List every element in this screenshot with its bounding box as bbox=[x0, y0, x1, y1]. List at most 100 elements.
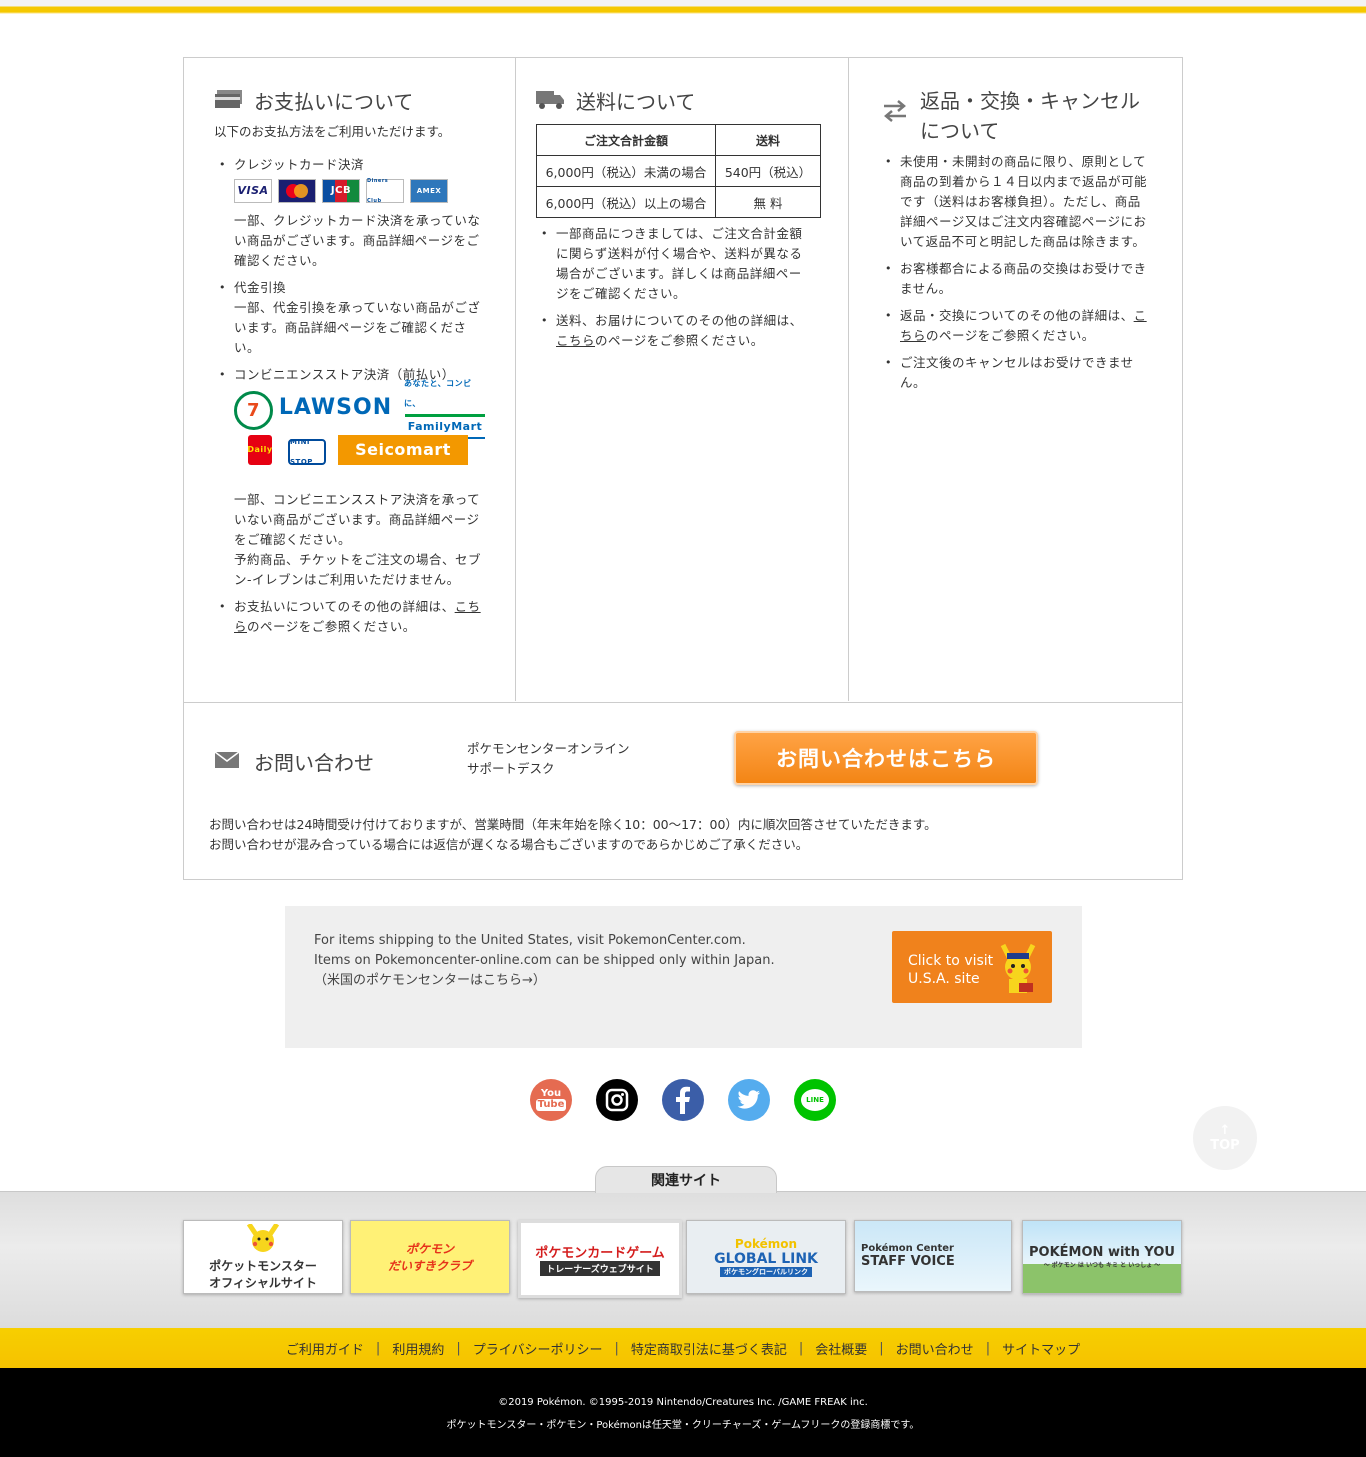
us-text-line-3[interactable]: （米国のポケモンセンターはこちら→） bbox=[314, 971, 775, 991]
list-item: 未使用・未開封の商品に限り、原則として商品の到着から１４日以内まで返品が可能です… bbox=[880, 152, 1150, 252]
line-icon-text: LINE bbox=[801, 1089, 829, 1111]
ministop-icon: MINI STOP bbox=[288, 438, 326, 466]
banner-global-link[interactable]: Pokémon GLOBAL LINK ポケモングローバルリンク bbox=[686, 1220, 846, 1294]
shipping-title-text: 送料について bbox=[576, 90, 696, 114]
footer-link-contact[interactable]: お問い合わせ bbox=[896, 1339, 974, 1358]
banner-line-1: ポケモン bbox=[405, 1242, 454, 1256]
back-to-top-button[interactable]: ↑ TOP bbox=[1193, 1106, 1257, 1170]
banner-line-2: だいすきクラブ bbox=[387, 1259, 472, 1273]
table-header: 送料 bbox=[715, 124, 821, 156]
banner-line-1: ポケットモンスター bbox=[209, 1258, 317, 1273]
footer-nav: ご利用ガイド | 利用規約 | プライバシーポリシー | 特定商取引法に基づく表… bbox=[0, 1328, 1366, 1368]
footer-separator: | bbox=[456, 1340, 461, 1356]
footer-link-company[interactable]: 会社概要 bbox=[815, 1339, 867, 1358]
payment-detail-text: お支払いについてのその他の詳細は、 bbox=[234, 599, 455, 614]
banner-line-2: オフィシャルサイト bbox=[209, 1275, 317, 1290]
footer-separator: | bbox=[879, 1340, 884, 1356]
conv-note-1: 一部、コンビニエンスストア決済を承っていない商品がございます。商品詳細ページをご… bbox=[234, 492, 481, 547]
us-site-button[interactable]: Click to visit U.S.A. site bbox=[892, 931, 1052, 1003]
banner-line-2: GLOBAL LINK bbox=[714, 1251, 818, 1267]
list-item: ご注文後のキャンセルはお受けできません。 bbox=[880, 353, 1150, 393]
facebook-icon[interactable] bbox=[662, 1079, 704, 1121]
footer-separator: | bbox=[614, 1340, 619, 1356]
list-item: 一部商品につきましては、ご注文合計金額に関らず送料が付く場合や、送料が異なる場合… bbox=[536, 224, 812, 304]
banner-staff-voice[interactable]: Pokémon Center STAFF VOICE bbox=[854, 1220, 1012, 1292]
store-logos: 7 LAWSON あなたと、コンビに、 FamilyMart Daily MIN… bbox=[234, 379, 486, 484]
top-accent-bar bbox=[0, 0, 1366, 14]
table-row: 6,000円（税込）以上の場合 無 料 bbox=[536, 186, 821, 218]
list-item: 送料、お届けについてのその他の詳細は、こちらのページをご参照ください。 bbox=[536, 311, 812, 351]
mastercard-icon bbox=[278, 179, 316, 203]
banner-daisuki-club[interactable]: ポケモン だいすきクラブ bbox=[350, 1220, 510, 1294]
us-button-line-2: U.S.A. site bbox=[908, 971, 980, 987]
copyright-footer: ©2019 Pokémon. ©1995-2019 Nintendo/Creat… bbox=[0, 1368, 1366, 1457]
cod-label: 代金引換 bbox=[234, 280, 287, 295]
jcb-icon: JCB bbox=[322, 179, 360, 203]
contact-title-text: お問い合わせ bbox=[254, 751, 374, 775]
instagram-icon[interactable] bbox=[596, 1079, 638, 1121]
banner-card-game[interactable]: ポケモンカードゲーム トレーナーズウェブサイト bbox=[518, 1220, 682, 1298]
us-site-button-text: Click to visit U.S.A. site bbox=[908, 952, 993, 988]
youtube-text-top: You bbox=[540, 1088, 562, 1099]
credit-label: クレジットカード決済 bbox=[234, 157, 365, 172]
table-header-row: ご注文合計金額 送料 bbox=[536, 124, 821, 156]
footer-link-privacy[interactable]: プライバシーポリシー bbox=[473, 1339, 603, 1358]
support-desk-line-2: サポートデスク bbox=[467, 761, 555, 776]
line-icon[interactable]: LINE bbox=[794, 1079, 836, 1121]
banner-line-2: STAFF VOICE bbox=[861, 1254, 955, 1269]
youtube-text-bottom: Tube bbox=[535, 1099, 567, 1111]
payment-detail-suffix: のページをご参照ください。 bbox=[247, 619, 416, 634]
banner-pokemon-with-you[interactable]: POKÉMON with YOU ～ ポケモン は いつも キミ と いっしょ … bbox=[1022, 1220, 1182, 1294]
amex-icon: AMEX bbox=[410, 179, 448, 203]
returns-title: 返品・交換・キャンセル について bbox=[880, 86, 1140, 146]
footer-separator: | bbox=[985, 1340, 991, 1356]
table-cell: 6,000円（税込）未満の場合 bbox=[536, 155, 716, 187]
payment-list: クレジットカード決済 VISA JCB Diners Club AMEX 一部、… bbox=[214, 155, 486, 644]
list-item: お客様都合による商品の交換はお受けできません。 bbox=[880, 259, 1150, 299]
returns-detail-suffix: のページをご参照ください。 bbox=[926, 328, 1095, 343]
shipping-detail-link[interactable]: こちら bbox=[556, 333, 595, 348]
copyright-line-2: ポケットモンスター・ポケモン・Pokémonは任天堂・クリーチャーズ・ゲームフリ… bbox=[446, 1420, 920, 1431]
pikachu-face-icon bbox=[245, 1222, 281, 1257]
shipping-detail-suffix: のページをご参照ください。 bbox=[595, 333, 764, 348]
contact-note-2: お問い合わせが混み合っている場合には返信が遅くなる場合もございますのであらかじめ… bbox=[209, 837, 809, 852]
banner-pokemon-official[interactable]: ポケットモンスター オフィシャルサイト bbox=[183, 1220, 343, 1294]
cod-note: 一部、代金引換を承っていない商品がございます。商品詳細ページをご確認ください。 bbox=[234, 300, 481, 355]
banner-line-1: Pokémon bbox=[734, 1237, 798, 1251]
banner-line-2: トレーナーズウェブサイト bbox=[540, 1261, 660, 1276]
twitter-icon[interactable] bbox=[728, 1079, 770, 1121]
footer-link-commerce-law[interactable]: 特定商取引法に基づく表記 bbox=[631, 1339, 787, 1358]
banner-line-1: Pokémon Center bbox=[861, 1243, 954, 1254]
table-row: 6,000円（税込）未満の場合 540円（税込） bbox=[536, 155, 821, 187]
footer-link-terms[interactable]: 利用規約 bbox=[392, 1339, 444, 1358]
shipping-table: ご注文合計金額 送料 6,000円（税込）未満の場合 540円（税込） 6,00… bbox=[536, 124, 821, 218]
contact-button[interactable]: お問い合わせはこちら bbox=[734, 731, 1038, 785]
banner-line-2: ～ ポケモン は いつも キミ と いっしょ ～ bbox=[1043, 1262, 1161, 1269]
visa-icon: VISA bbox=[234, 179, 272, 203]
footer-separator: | bbox=[375, 1340, 381, 1356]
shipping-detail-text: 送料、お届けについてのその他の詳細は、 bbox=[556, 313, 803, 328]
shipping-title: 送料について bbox=[536, 86, 695, 115]
support-desk-line-1: ポケモンセンターオンライン bbox=[467, 741, 630, 756]
returns-title-text: 返品・交換・キャンセル について bbox=[920, 86, 1140, 146]
footer-link-guide[interactable]: ご利用ガイド bbox=[286, 1339, 364, 1358]
conv-note-2: 予約商品、チケットをご注文の場合、セブン-イレブンはご利用いただけません。 bbox=[234, 552, 482, 587]
us-text-line-2: Items on Pokemoncenter-online.com can be… bbox=[314, 953, 775, 968]
shipping-column: 送料について ご注文合計金額 送料 6,000円（税込）未満の場合 540円（税… bbox=[516, 58, 849, 701]
payment-title-text: お支払いについて bbox=[254, 90, 414, 114]
copyright-line-1: ©2019 Pokémon. ©1995-2019 Nintendo/Creat… bbox=[498, 1397, 868, 1408]
info-box: お支払いについて 以下のお支払方法をご利用いただけます。 クレジットカード決済 … bbox=[183, 57, 1183, 880]
seicomart-icon: Seicomart bbox=[338, 435, 468, 465]
seven-eleven-icon: 7 bbox=[234, 391, 273, 430]
returns-detail-text: 返品・交換についてのその他の詳細は、 bbox=[900, 308, 1134, 323]
youtube-icon[interactable]: You Tube bbox=[530, 1079, 572, 1121]
familymart-icon: あなたと、コンビに、 FamilyMart bbox=[404, 379, 486, 439]
footer-link-sitemap[interactable]: サイトマップ bbox=[1002, 1339, 1080, 1358]
credit-card-icon bbox=[214, 88, 244, 110]
shipping-list: 一部商品につきましては、ご注文合計金額に関らず送料が付く場合や、送料が異なる場合… bbox=[536, 224, 812, 358]
returns-column: 返品・交換・キャンセル について 未使用・未開封の商品に限り、原則として商品の到… bbox=[850, 58, 1182, 701]
support-desk: ポケモンセンターオンライン サポートデスク bbox=[467, 739, 630, 779]
card-logos: VISA JCB Diners Club AMEX bbox=[234, 178, 484, 204]
table-cell: 6,000円（税込）以上の場合 bbox=[536, 186, 716, 218]
banner-line-1: POKÉMON with YOU bbox=[1029, 1245, 1175, 1260]
